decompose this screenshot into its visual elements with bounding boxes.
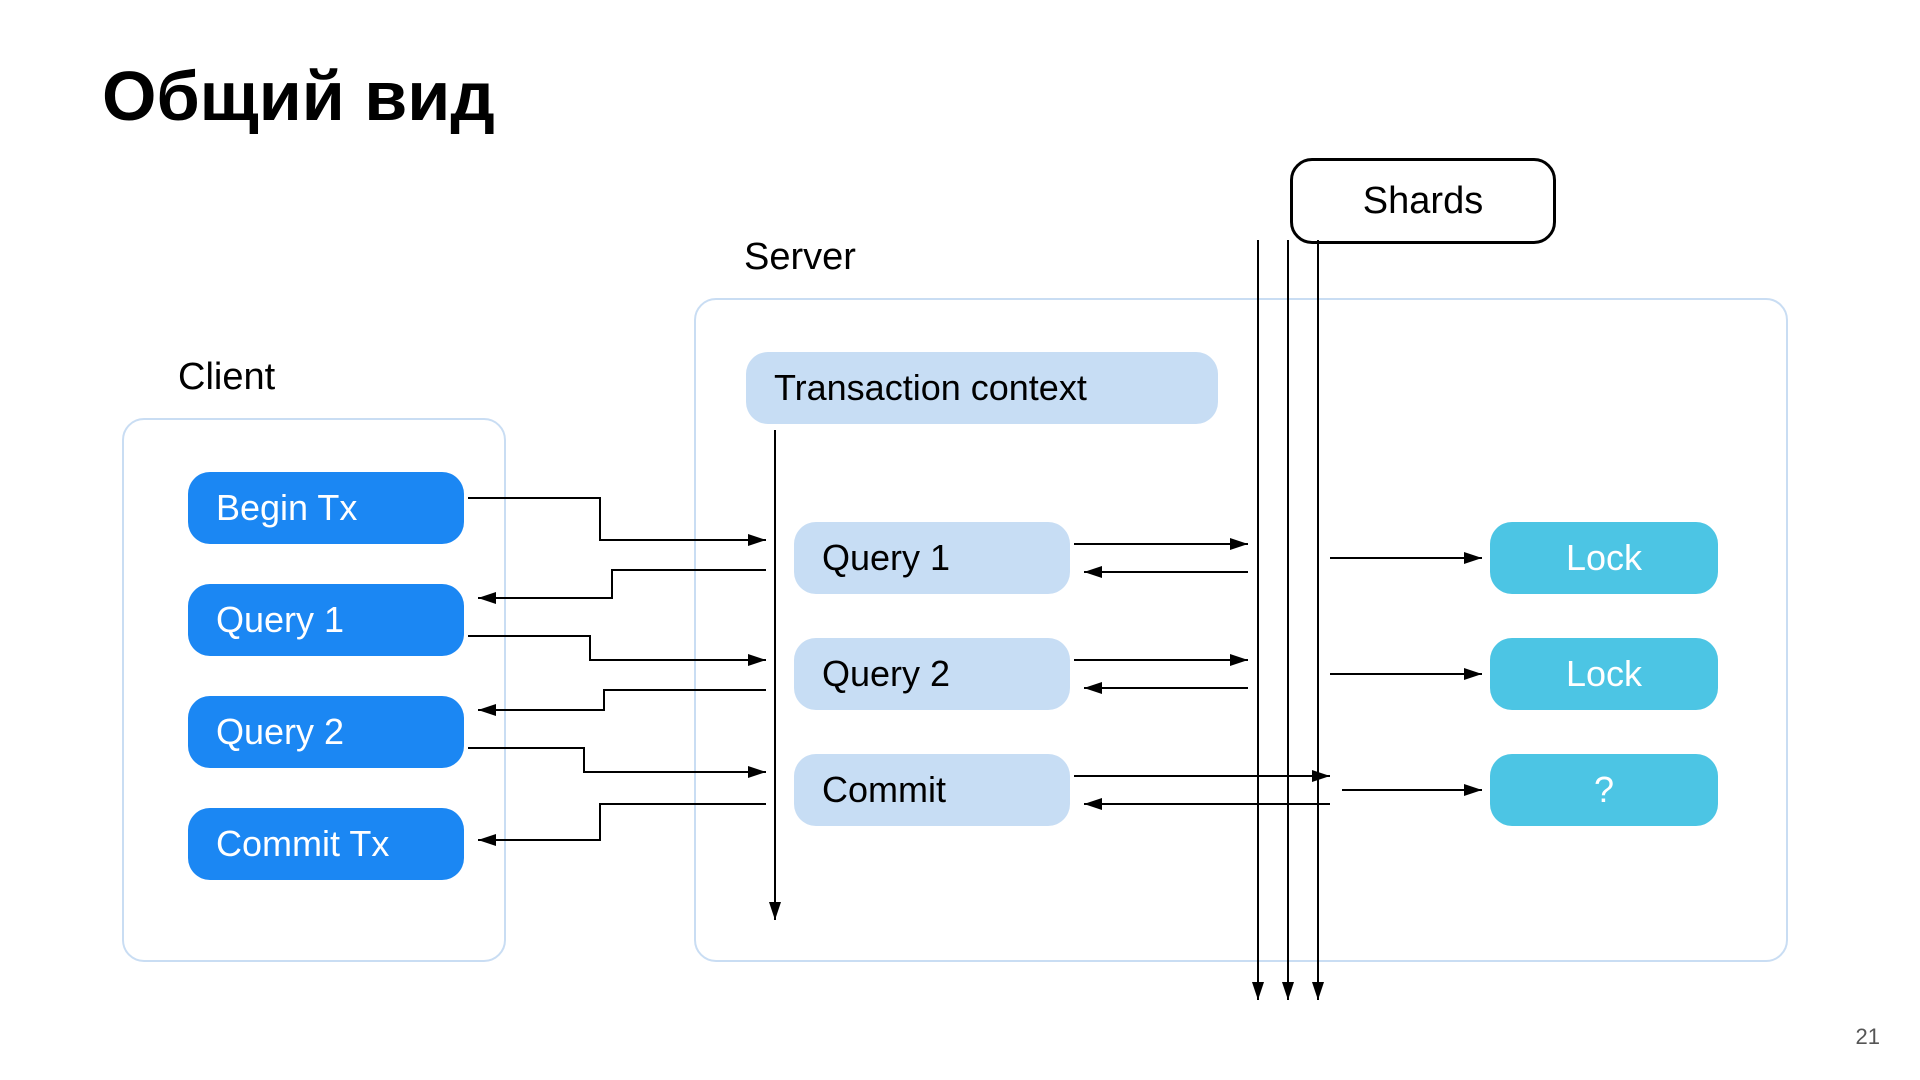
client-query-1: Query 1 (188, 584, 464, 656)
client-query-1-label: Query 1 (216, 599, 344, 641)
server-commit: Commit (794, 754, 1070, 826)
server-query-1: Query 1 (794, 522, 1070, 594)
shard-unknown: ? (1490, 754, 1718, 826)
server-transaction-context: Transaction context (746, 352, 1218, 424)
shards-box: Shards (1290, 158, 1556, 244)
client-query-2-label: Query 2 (216, 711, 344, 753)
client-begin-tx-label: Begin Tx (216, 487, 357, 529)
shard-unknown-label: ? (1594, 769, 1614, 811)
server-transaction-context-label: Transaction context (774, 367, 1087, 409)
shard-lock-1-label: Lock (1566, 537, 1642, 579)
shard-lock-1: Lock (1490, 522, 1718, 594)
shards-label: Shards (1363, 180, 1483, 223)
page-number: 21 (1856, 1024, 1880, 1050)
shard-lock-2-label: Lock (1566, 653, 1642, 695)
server-query-2-label: Query 2 (822, 653, 950, 695)
client-commit-tx-label: Commit Tx (216, 823, 389, 865)
slide-title: Общий вид (102, 56, 495, 136)
client-label: Client (178, 356, 275, 399)
client-begin-tx: Begin Tx (188, 472, 464, 544)
server-query-1-label: Query 1 (822, 537, 950, 579)
server-label: Server (744, 236, 856, 279)
server-query-2: Query 2 (794, 638, 1070, 710)
shard-lock-2: Lock (1490, 638, 1718, 710)
server-commit-label: Commit (822, 769, 946, 811)
client-query-2: Query 2 (188, 696, 464, 768)
client-commit-tx: Commit Tx (188, 808, 464, 880)
